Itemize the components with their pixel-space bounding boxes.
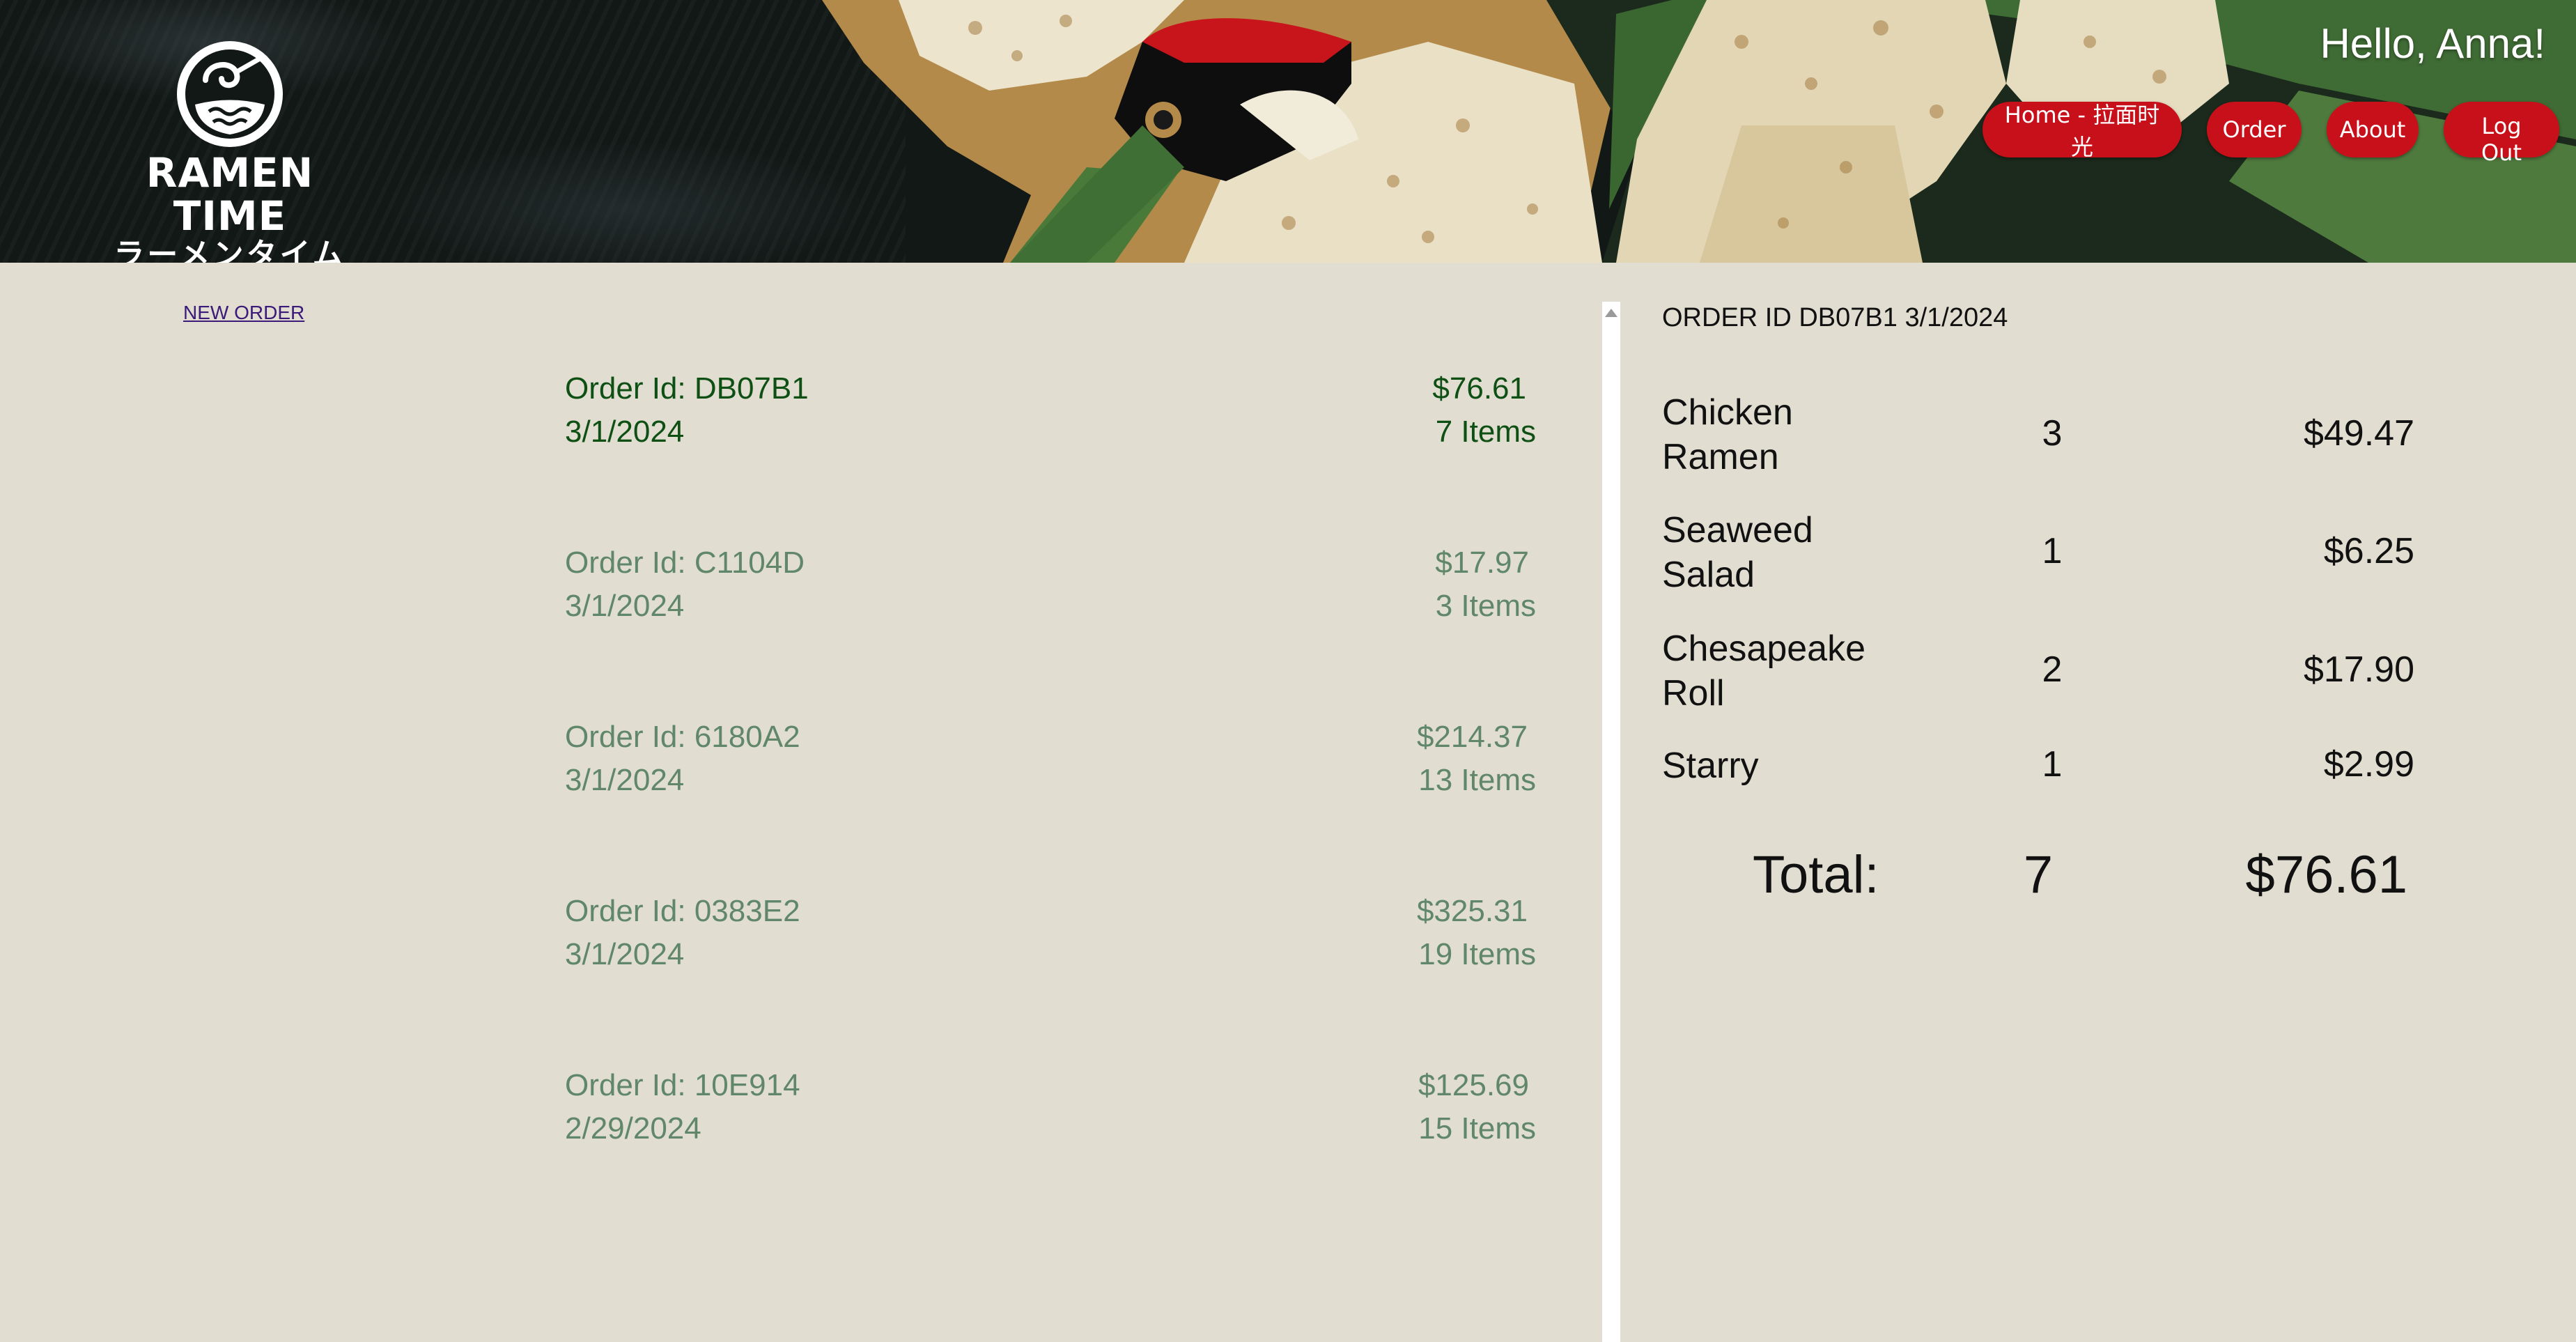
order-total: $325.31 (1416, 894, 1528, 928)
header-banner: RAMEN TIME ラーメンタイム Hello, Anna! Home - 拉… (0, 0, 2576, 263)
order-list-scrollbar[interactable] (1602, 302, 1620, 1342)
item-price: $17.90 (2303, 649, 2414, 690)
ramen-bowl-icon (177, 41, 283, 147)
item-name: Chicken Ramen (1662, 392, 1793, 477)
order-list: Order Id: DB07B1 $76.61 3/1/2024 7 Items… (565, 367, 1536, 1238)
order-row-0383e2[interactable]: Order Id: 0383E2 $325.31 3/1/2024 19 Ite… (565, 890, 1536, 1064)
order-total: $125.69 (1418, 1068, 1529, 1102)
brand-subtitle: ラーメンタイム (114, 237, 346, 263)
item-price: $6.25 (2323, 531, 2414, 571)
order-date: 3/1/2024 (565, 937, 685, 971)
order-id: Order Id: C1104D (565, 546, 805, 580)
order-item-count: 3 Items (1435, 589, 1536, 623)
order-item-count: 13 Items (1418, 763, 1536, 797)
item-name: Starry (1662, 746, 1759, 786)
order-row-c1104d[interactable]: Order Id: C1104D $17.97 3/1/2024 3 Items (565, 541, 1536, 716)
order-total-row: Total: 7 $76.61 (1662, 844, 2414, 907)
nav-home-button[interactable]: Home - 拉面时光 (1983, 102, 2182, 160)
nav-order-button[interactable]: Order (2207, 102, 2302, 157)
item-quantity: 2 (2042, 649, 2063, 690)
user-greeting: Hello, Anna! (2320, 20, 2545, 67)
brand-logo[interactable]: RAMEN TIME ラーメンタイム (98, 38, 362, 263)
order-id: Order Id: 6180A2 (565, 720, 800, 754)
main-nav: Home - 拉面时光 Order About Log Out (1983, 102, 2559, 166)
item-name: Seaweed Salad (1662, 510, 1813, 595)
order-date: 3/1/2024 (565, 763, 685, 797)
order-row-bottom: 3/1/2024 19 Items (565, 933, 1536, 976)
total-label: Total: (1753, 845, 1879, 904)
new-order-link[interactable]: NEW ORDER (183, 302, 304, 324)
order-row-top: Order Id: C1104D $17.97 (565, 541, 1536, 585)
order-row-bottom: 2/29/2024 15 Items (565, 1107, 1536, 1150)
order-detail-title: ORDER ID DB07B1 3/1/2024 (1662, 303, 2008, 332)
item-quantity: 1 (2042, 744, 2063, 785)
scroll-up-arrow-icon[interactable] (1605, 309, 1617, 317)
brand-name: RAMEN TIME (146, 149, 314, 240)
order-row-top: Order Id: 0383E2 $325.31 (565, 890, 1536, 933)
order-row-db07b1[interactable]: Order Id: DB07B1 $76.61 3/1/2024 7 Items (565, 367, 1536, 541)
order-total: $17.97 (1435, 546, 1529, 580)
total-quantity: 7 (2023, 845, 2054, 904)
order-row-bottom: 3/1/2024 7 Items (565, 410, 1536, 454)
orders-pane: NEW ORDER Order Id: DB07B1 $76.61 3/1/20… (0, 263, 1602, 1342)
item-price: $49.47 (2303, 413, 2414, 454)
order-row-top: Order Id: DB07B1 $76.61 (565, 367, 1536, 410)
order-date: 3/1/2024 (565, 415, 685, 449)
item-price: $2.99 (2323, 744, 2414, 785)
order-id: Order Id: 10E914 (565, 1068, 800, 1102)
order-row-bottom: 3/1/2024 13 Items (565, 759, 1536, 802)
order-row-6180a2[interactable]: Order Id: 6180A2 $214.37 3/1/2024 13 Ite… (565, 716, 1536, 890)
order-item-row: Chicken Ramen 3 $49.47 (1662, 390, 2414, 481)
item-quantity: 3 (2042, 413, 2063, 454)
order-row-10e914[interactable]: Order Id: 10E914 $125.69 2/29/2024 15 It… (565, 1064, 1536, 1238)
order-item-count: 15 Items (1418, 1111, 1536, 1146)
order-total: $76.61 (1432, 371, 1526, 406)
order-item-row: Starry 1 $2.99 (1662, 743, 2414, 792)
order-total: $214.37 (1416, 720, 1528, 754)
order-item-row: Seaweed Salad 1 $6.25 (1662, 508, 2414, 599)
order-row-top: Order Id: 6180A2 $214.37 (565, 716, 1536, 759)
order-id: Order Id: DB07B1 (565, 371, 809, 406)
order-row-bottom: 3/1/2024 3 Items (565, 585, 1536, 628)
order-date: 3/1/2024 (565, 589, 685, 623)
nav-about-button[interactable]: About (2327, 102, 2419, 157)
total-price: $76.61 (2245, 845, 2407, 904)
order-date: 2/29/2024 (565, 1111, 701, 1146)
order-row-top: Order Id: 10E914 $125.69 (565, 1064, 1536, 1107)
order-item-row: Chesapeake Roll 2 $17.90 (1662, 626, 2414, 717)
order-detail-pane: ORDER ID DB07B1 3/1/2024 Chicken Ramen 3… (1620, 263, 2576, 1342)
item-name: Chesapeake Roll (1662, 628, 1865, 714)
item-quantity: 1 (2042, 531, 2063, 571)
order-item-count: 7 Items (1435, 415, 1536, 449)
order-item-count: 19 Items (1418, 937, 1536, 971)
nav-logout-button[interactable]: Log Out (2444, 102, 2559, 166)
order-id: Order Id: 0383E2 (565, 894, 800, 928)
